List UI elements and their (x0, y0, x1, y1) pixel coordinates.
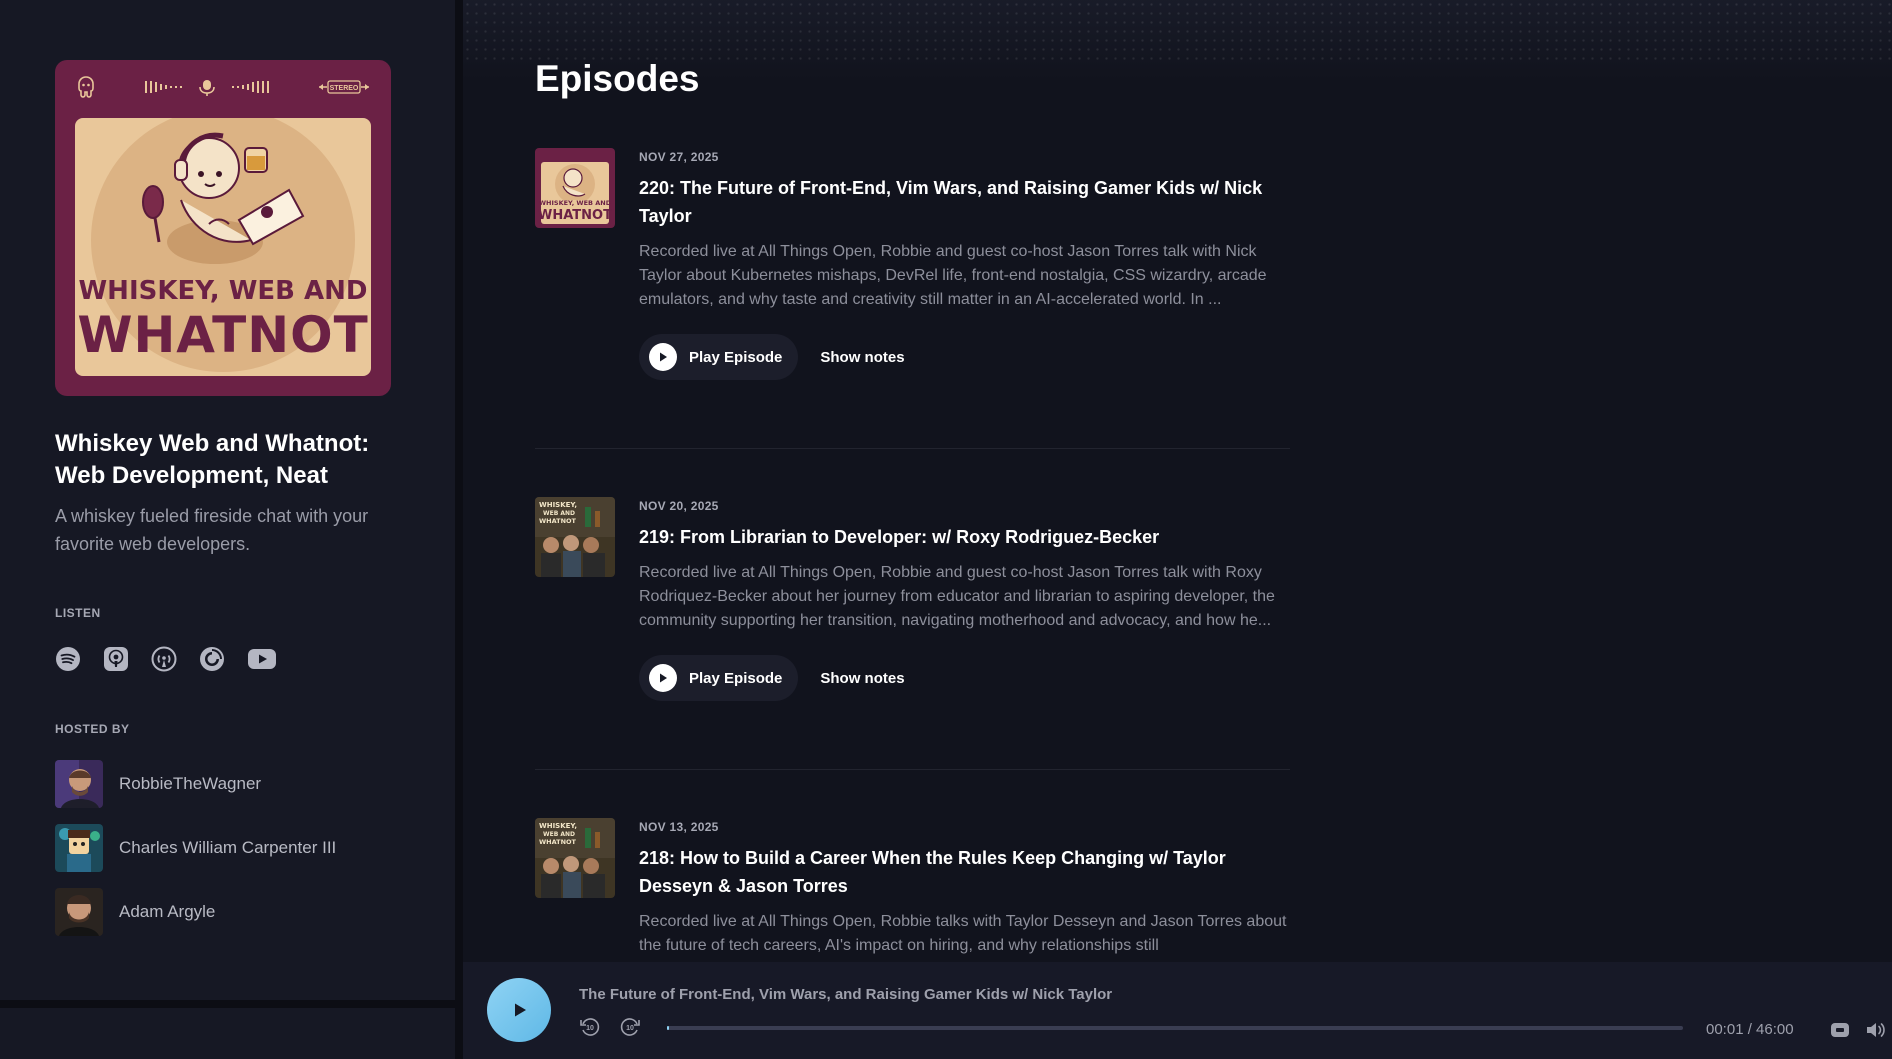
host-name: Charles William Carpenter III (119, 838, 337, 857)
spotify-icon[interactable] (55, 646, 81, 672)
episode-thumbnail[interactable]: WHISKEY, WEB AND WHATNOT (535, 497, 615, 577)
play-episode-label: Play Episode (689, 348, 783, 366)
audio-player: The Future of Front-End, Vim Wars, and R… (463, 962, 1892, 1059)
host-item[interactable]: Charles William Carpenter III (55, 824, 336, 872)
progress-fill (667, 1026, 670, 1030)
stereo-label: STEREO (330, 85, 359, 92)
cover-top-bar: STEREO (55, 60, 391, 118)
header-dot-pattern (463, 0, 1892, 60)
episode-date: NOV 13, 2025 (639, 820, 719, 834)
listen-platforms (55, 646, 277, 672)
podcast-cover-art: STEREO WHISKEY, WEB AND WHATNOT (55, 60, 391, 396)
host-name: RobbieTheWagner (119, 774, 262, 793)
player-play-button[interactable] (487, 978, 551, 1042)
cover-title-line-1: WHISKEY, WEB AND (78, 276, 368, 306)
episode-description: Recorded live at All Things Open, Robbie… (639, 243, 1267, 308)
show-notes-link[interactable]: Show notes (820, 670, 904, 687)
apple-podcasts-icon[interactable] (103, 646, 129, 672)
playback-speed-icon[interactable] (1830, 1020, 1850, 1040)
forward-10-label: 10 (626, 1025, 634, 1032)
podcast-title: Whiskey Web and Whatnot: Web Development… (55, 430, 370, 489)
overcast-icon[interactable] (151, 646, 177, 672)
show-notes-link[interactable]: Show notes (820, 349, 904, 366)
episode-description: Recorded live at All Things Open, Robbie… (639, 564, 1275, 629)
pocket-casts-icon[interactable] (199, 646, 225, 672)
rewind-10-icon[interactable]: 10 (579, 1016, 601, 1038)
sidebar-footer (0, 1008, 455, 1059)
svg-text:WHATNOT: WHATNOT (539, 838, 577, 846)
episode-title[interactable]: 218: How to Build a Career When the Rule… (639, 844, 1289, 900)
sidebar: STEREO WHISKEY, WEB AND WHATNOT Whiskey … (0, 0, 455, 1000)
svg-text:WEB AND: WEB AND (543, 831, 575, 838)
svg-text:WHATNOT: WHATNOT (539, 517, 577, 525)
svg-text:WHISKEY,: WHISKEY, (539, 501, 577, 509)
listen-label: LISTEN (55, 606, 101, 620)
play-icon (649, 343, 677, 371)
play-episode-button[interactable]: Play Episode (639, 655, 799, 701)
play-icon (649, 664, 677, 692)
microphone-waveform-icon (144, 78, 270, 101)
play-episode-button[interactable]: Play Episode (639, 334, 799, 380)
cover-title-line-2: WHATNOT (77, 306, 369, 364)
sidebar-gap (0, 1000, 455, 1008)
panel-divider (455, 0, 463, 1059)
episode-date: NOV 27, 2025 (639, 150, 719, 164)
now-playing-title: The Future of Front-End, Vim Wars, and R… (579, 986, 1113, 1003)
host-name: Adam Argyle (119, 902, 216, 921)
youtube-icon[interactable] (247, 646, 277, 672)
avatar (55, 760, 103, 808)
avatar (55, 888, 103, 936)
episode-thumbnail[interactable]: WHISKEY, WEB AND WHATNOT (535, 148, 615, 228)
playback-time: 00:01 / 46:00 (1706, 1021, 1794, 1038)
svg-text:WHATNOT: WHATNOT (538, 208, 612, 223)
mascot-illustration (142, 132, 305, 264)
episode-divider (535, 448, 1290, 449)
episode-description: Recorded live at All Things Open, Robbie… (639, 913, 1287, 954)
octopus-icon (77, 75, 95, 104)
episode-title[interactable]: 220: The Future of Front-End, Vim Wars, … (639, 174, 1289, 230)
forward-10-icon[interactable]: 10 (619, 1016, 641, 1038)
volume-icon[interactable] (1865, 1020, 1885, 1040)
episode-divider (535, 769, 1290, 770)
episode-thumbnail[interactable]: WHISKEY, WEB AND WHATNOT (535, 818, 615, 898)
stereo-badge-icon: STEREO (319, 79, 369, 99)
avatar (55, 824, 103, 872)
svg-text:WHISKEY, WEB AND: WHISKEY, WEB AND (539, 199, 612, 207)
play-episode-label: Play Episode (689, 669, 783, 687)
page-title: Episodes (535, 58, 700, 99)
hosted-by-label: HOSTED BY (55, 722, 130, 736)
svg-text:WEB AND: WEB AND (543, 510, 575, 517)
progress-bar[interactable] (667, 1026, 1683, 1030)
play-icon (515, 1003, 526, 1017)
cover-artwork: WHISKEY, WEB AND WHATNOT (75, 118, 371, 376)
podcast-description: A whiskey fueled fireside chat with your… (55, 506, 369, 554)
episode-title[interactable]: 219: From Librarian to Developer: w/ Rox… (639, 523, 1289, 551)
rewind-10-label: 10 (586, 1025, 594, 1032)
host-item[interactable]: RobbieTheWagner (55, 760, 261, 808)
host-item[interactable]: Adam Argyle (55, 888, 215, 936)
episode-date: NOV 20, 2025 (639, 499, 719, 513)
svg-text:WHISKEY,: WHISKEY, (539, 822, 577, 830)
